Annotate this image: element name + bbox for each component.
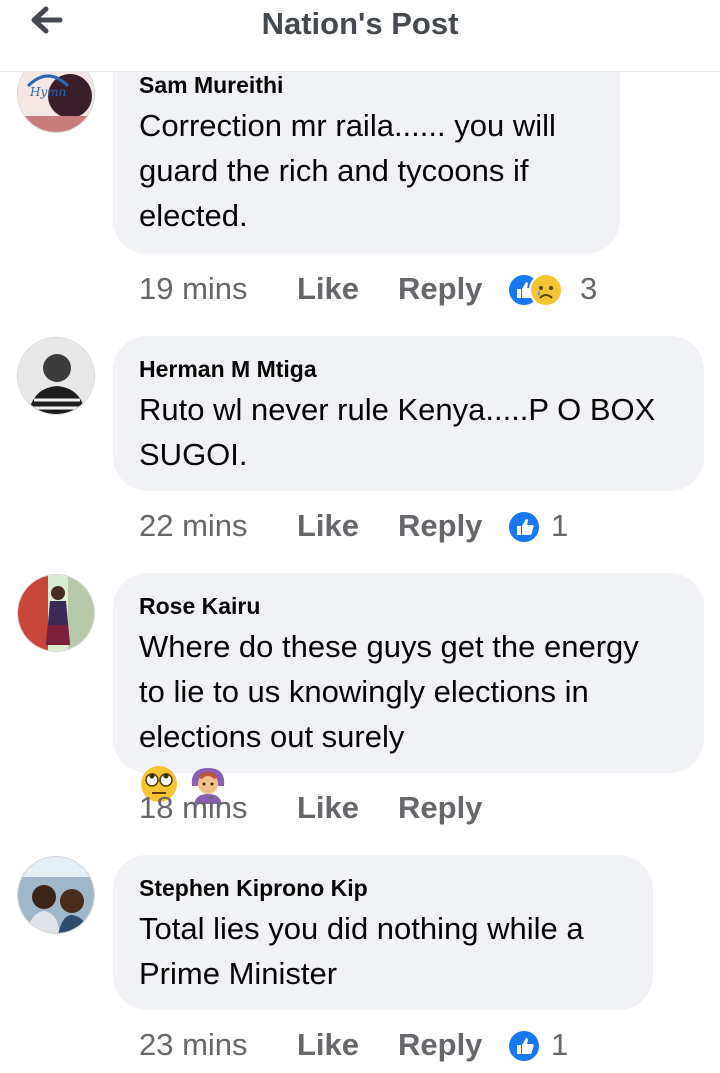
like-button[interactable]: Like	[297, 790, 359, 826]
comment-bubble: Rose Kairu Where do these guys get the e…	[113, 573, 704, 804]
comment-author[interactable]: Rose Kairu	[139, 593, 260, 620]
like-button[interactable]: Like	[297, 271, 359, 307]
like-reaction-icon	[507, 1029, 541, 1063]
svg-text:Hymn: Hymn	[29, 85, 66, 99]
reply-button[interactable]: Reply	[398, 1027, 482, 1063]
comment-author[interactable]: Herman M Mtiga	[139, 356, 317, 383]
comment-author[interactable]: Stephen Kiprono Kip	[139, 875, 368, 902]
avatar[interactable]	[17, 856, 95, 934]
like-reaction-icon	[507, 510, 541, 544]
page-title: Nation's Post	[261, 6, 459, 41]
sad-reaction-icon	[529, 273, 563, 307]
top-bar: Nation's Post	[0, 0, 720, 72]
comment-bubble: Sam Mureithi Correction mr raila...... y…	[113, 42, 620, 254]
reply-button[interactable]: Reply	[398, 790, 482, 826]
avatar[interactable]	[17, 337, 95, 415]
avatar[interactable]	[17, 574, 95, 652]
like-button[interactable]: Like	[297, 508, 359, 544]
like-button[interactable]: Like	[297, 1027, 359, 1063]
reaction-count: 1	[551, 508, 569, 543]
comment-bubble: Stephen Kiprono Kip Total lies you did n…	[113, 855, 653, 1010]
comment-time[interactable]: 22 mins	[139, 508, 248, 544]
comments-feed[interactable]: Hymn Sam Mureithi Correction mr raila...…	[0, 0, 720, 1073]
comment-time[interactable]: 18 mins	[139, 790, 248, 826]
comment-text: Correction mr raila...... you will guard…	[139, 108, 556, 233]
reaction-count: 1	[551, 1027, 569, 1062]
reaction-count: 3	[580, 271, 598, 306]
comment-author[interactable]: Sam Mureithi	[139, 72, 283, 99]
comment-time[interactable]: 23 mins	[139, 1027, 248, 1063]
comment-text: Total lies you did nothing while a Prime…	[139, 911, 584, 991]
comment-bubble: Herman M Mtiga Ruto wl never rule Kenya.…	[113, 336, 704, 491]
reply-button[interactable]: Reply	[398, 508, 482, 544]
reply-button[interactable]: Reply	[398, 271, 482, 307]
comment-time[interactable]: 19 mins	[139, 271, 248, 307]
comment-text: Where do these guys get the energy to li…	[139, 624, 639, 804]
comment-text: Ruto wl never rule Kenya.....P O BOX SUG…	[139, 392, 656, 472]
